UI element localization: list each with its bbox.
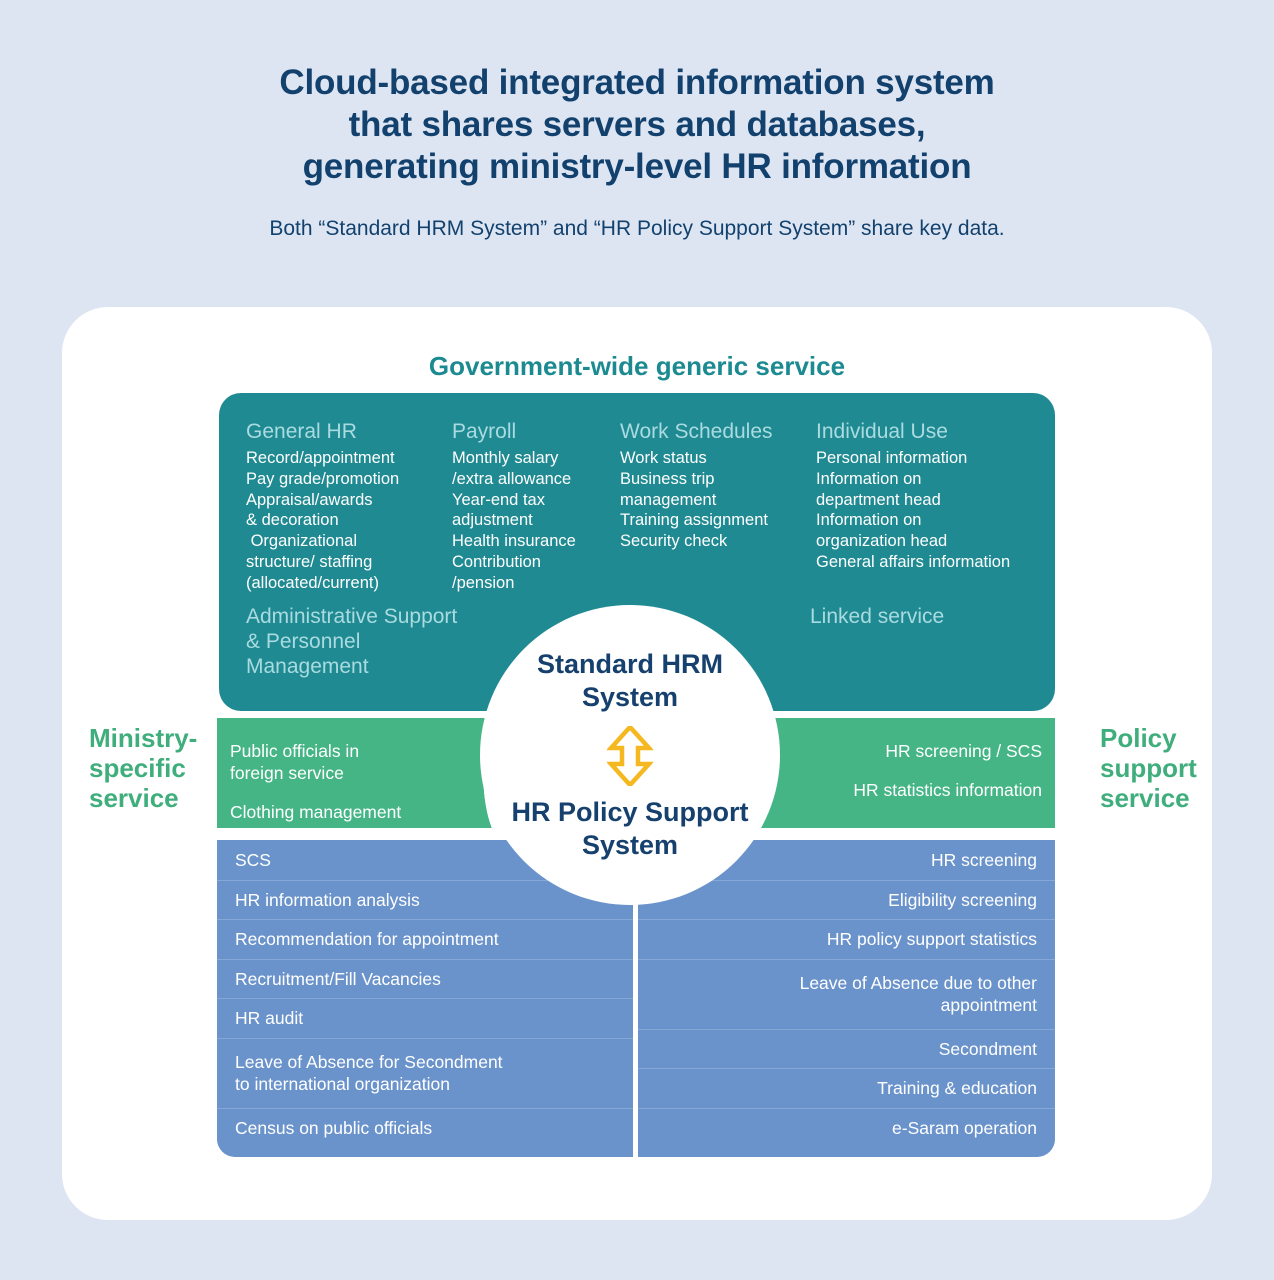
table-row-label: Eligibility screening xyxy=(888,889,1037,910)
table-row-label: HR audit xyxy=(235,1008,304,1029)
ministry-band-line-1: Public officials in foreign service xyxy=(230,741,360,783)
table-row-label: HR information analysis xyxy=(235,889,420,910)
column-heading: Payroll xyxy=(452,420,517,443)
table-row[interactable]: Secondment xyxy=(638,1028,1055,1069)
linked-service-label: Linked service xyxy=(810,605,945,628)
table-row[interactable]: e-Saram operation xyxy=(638,1107,1055,1148)
title-line-3: generating ministry-level HR information xyxy=(302,147,972,186)
table-row-label: SCS xyxy=(235,849,271,870)
column-items: Monthly salary/extra allowance Year-end t… xyxy=(452,449,576,592)
shared-systems-circle: Standard HRM System HR Policy Support Syst… xyxy=(480,605,780,905)
double-arrow-vertical-icon xyxy=(607,726,653,786)
column-heading: General HR xyxy=(246,420,357,443)
table-row[interactable]: HR policy support statistics xyxy=(638,919,1055,959)
table-row[interactable]: Recommendation for appointment xyxy=(217,919,633,959)
service-column-payroll: Payroll Monthly salary/extra allowance Ye… xyxy=(452,419,620,594)
column-heading: Work Schedules xyxy=(620,420,773,443)
service-column-individual-use: Individual Use Personal information Infor… xyxy=(816,419,1036,594)
standard-hrm-system-label: Standard HRM System xyxy=(536,649,723,712)
service-column-general-hr: General HR Record/appointment Pay grade/p… xyxy=(246,419,452,594)
table-row-label: Secondment xyxy=(938,1038,1037,1059)
table-row-label: Training & education xyxy=(877,1078,1037,1099)
policy-support-list: HR screening Eligibility screening HR poli… xyxy=(638,840,1055,1157)
diagram-card: Government-wide generic service General … xyxy=(62,307,1212,1220)
column-items: Work status Business trip management Traini… xyxy=(620,449,768,551)
table-row[interactable]: Census on public officials xyxy=(217,1107,633,1148)
administrative-support-label: Administrative Support & Personnel Managem… xyxy=(246,605,458,678)
table-row-label: e-Saram operation xyxy=(892,1117,1037,1138)
table-row-label: Leave of Absence for Secondment to intern… xyxy=(235,1052,503,1094)
title-line-2: that shares servers and databases, xyxy=(348,105,926,144)
table-row-label: Recommendation for appointment xyxy=(235,929,499,950)
table-row-label: Census on public officials xyxy=(235,1117,433,1138)
hr-policy-support-system-label: HR Policy Support System xyxy=(511,797,749,860)
page-title: Cloud-based integrated information syste… xyxy=(0,62,1274,188)
page-header: Cloud-based integrated information syste… xyxy=(0,0,1274,242)
service-column-work-schedules: Work Schedules Work status Business trip m… xyxy=(620,419,816,594)
page-subtitle: Both “Standard HRM System” and “HR Polic… xyxy=(269,217,1005,240)
table-row-label: Recruitment/Fill Vacancies xyxy=(235,968,441,989)
ministry-band-line-2: Clothing management xyxy=(230,802,402,822)
title-line-1: Cloud-based integrated information syste… xyxy=(279,63,995,102)
column-items: Personal information Information on depart… xyxy=(816,449,1011,571)
government-wide-service-label: Government-wide generic service xyxy=(428,351,846,381)
ministry-specific-service-label: Ministry-specific service xyxy=(89,723,198,813)
table-row[interactable]: Training & education xyxy=(638,1068,1055,1108)
generic-service-columns: General HR Record/appointment Pay grade/p… xyxy=(246,419,1046,594)
table-row[interactable]: Leave of Absence due to other appointment xyxy=(638,958,1055,1029)
table-row[interactable]: HR audit xyxy=(217,998,633,1038)
table-row-label: HR policy support statistics xyxy=(826,929,1037,950)
column-heading: Individual Use xyxy=(816,420,948,443)
table-row-label: HR screening xyxy=(930,849,1037,870)
column-items: Record/appointment Pay grade/promotion App… xyxy=(246,449,400,592)
policy-support-service-label: Policy support service xyxy=(1100,723,1197,813)
ministry-specific-band: Public officials in foreign service Cloth… xyxy=(217,718,509,828)
table-row-label: Leave of Absence due to other appointment xyxy=(799,973,1037,1015)
table-row[interactable]: Recruitment/Fill Vacancies xyxy=(217,958,633,999)
table-row[interactable]: Leave of Absence for Secondment to intern… xyxy=(217,1037,633,1108)
